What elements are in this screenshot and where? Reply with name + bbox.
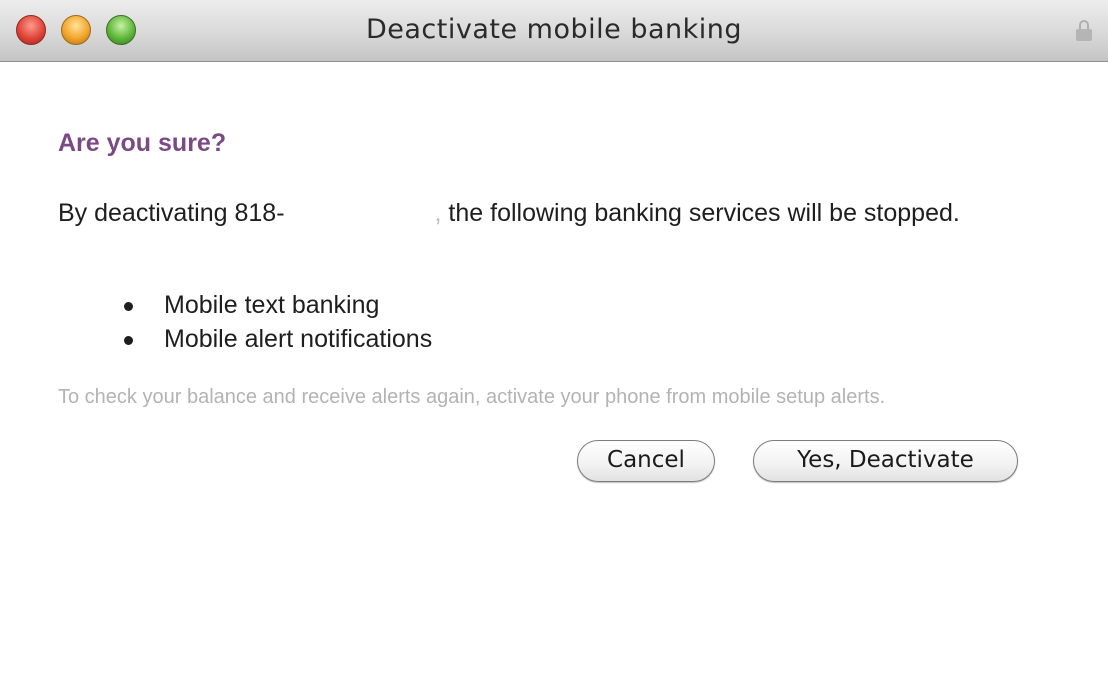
intro-suffix: the following banking services will be s… [441,199,960,227]
dialog-heading: Are you sure? [58,129,227,157]
lock-icon [1076,20,1092,42]
window-titlebar: Deactivate mobile banking [0,0,1108,62]
window-title: Deactivate mobile banking [365,14,743,45]
intro-prefix: By deactivating 818- [58,199,285,227]
cancel-button[interactable]: Cancel [577,440,715,482]
list-item: Mobile alert notifications [58,322,432,356]
services-list: Mobile text banking Mobile alert notific… [58,288,432,356]
list-item: Mobile text banking [58,288,432,322]
reactivation-note: To check your balance and receive alerts… [58,386,886,408]
confirm-deactivate-button[interactable]: Yes, Deactivate [753,440,1018,482]
intro-text: By deactivating 818-, the following bank… [58,196,1048,230]
